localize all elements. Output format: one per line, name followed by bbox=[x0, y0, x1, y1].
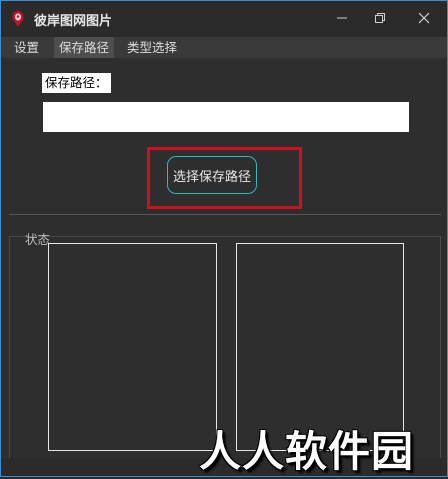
save-path-input[interactable] bbox=[43, 102, 409, 132]
minimize-icon bbox=[337, 17, 347, 19]
main-window: 彼岸图网图片 设置 保存路径 类型选择 保存路径： 选择保存路径 状态 人人软件… bbox=[0, 0, 448, 477]
minimize-button[interactable] bbox=[331, 8, 353, 28]
title-bar[interactable]: 彼岸图网图片 bbox=[1, 1, 447, 37]
watermark: 人人软件园 bbox=[199, 427, 415, 476]
window-title: 彼岸图网图片 bbox=[34, 14, 113, 29]
app-logo-icon bbox=[12, 11, 24, 27]
choose-save-path-button[interactable]: 选择保存路径 bbox=[167, 156, 257, 194]
menu-item-type-select[interactable]: 类型选择 bbox=[122, 37, 182, 58]
menu-bar: 设置 保存路径 类型选择 bbox=[1, 37, 447, 58]
status-pane-left bbox=[48, 243, 217, 451]
menu-item-settings[interactable]: 设置 bbox=[9, 37, 44, 58]
status-label: 状态 bbox=[25, 232, 51, 247]
save-path-panel: 保存路径： 选择保存路径 bbox=[9, 59, 441, 215]
save-path-label: 保存路径： bbox=[42, 73, 111, 93]
restore-icon bbox=[375, 13, 385, 23]
close-button[interactable] bbox=[413, 8, 435, 28]
restore-button[interactable] bbox=[369, 8, 391, 28]
close-icon bbox=[418, 12, 430, 24]
menu-item-save-path[interactable]: 保存路径 bbox=[54, 37, 115, 58]
